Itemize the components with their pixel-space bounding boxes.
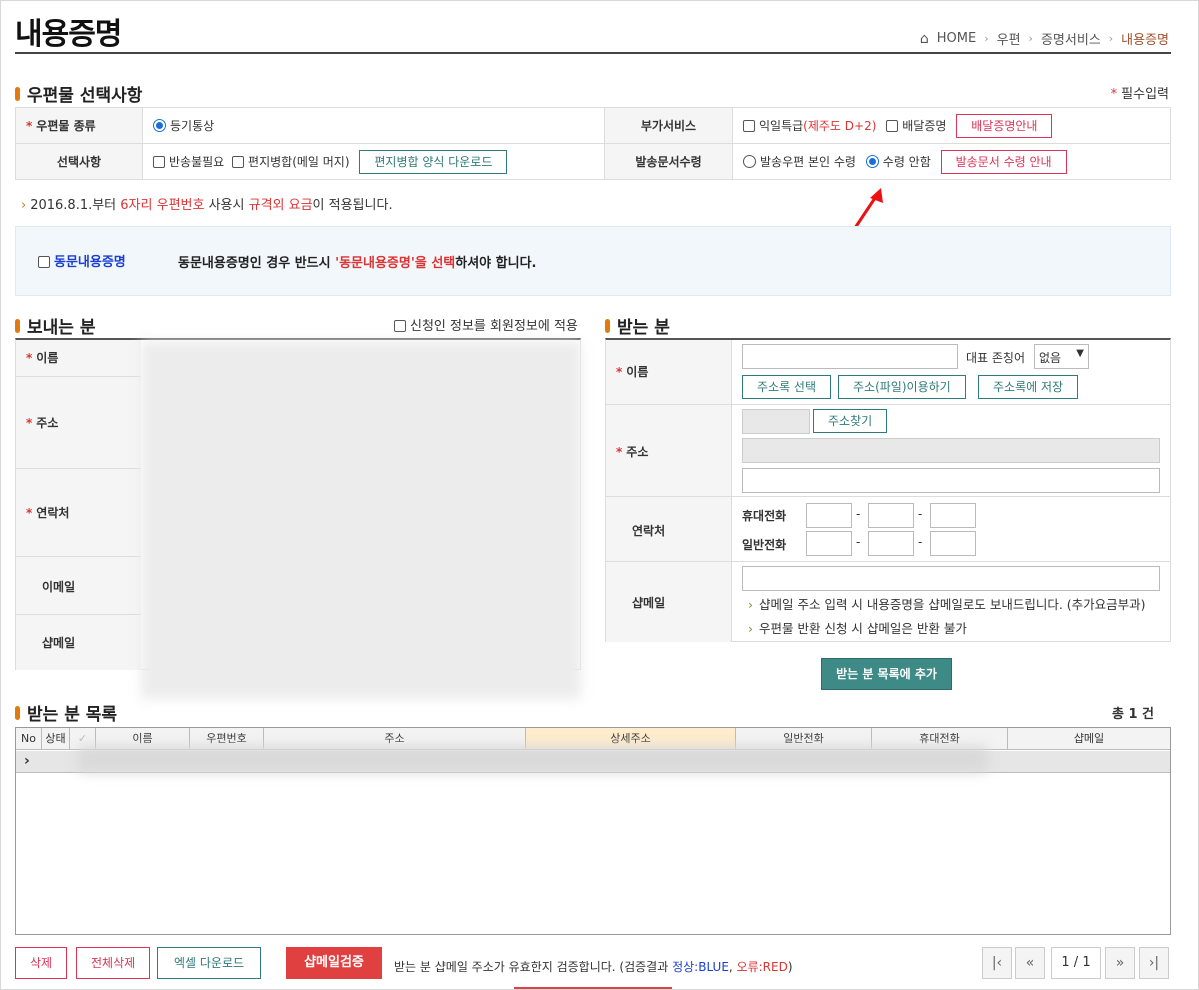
page-title: 내용증명 (15, 17, 122, 52)
rep-title-label: 대표 존칭어 (966, 351, 1026, 365)
col-status[interactable]: 상태 (42, 728, 70, 749)
breadcrumb-home[interactable]: HOME (937, 31, 976, 46)
breadcrumb-cert[interactable]: 증명서비스 (1041, 29, 1101, 48)
shopmail-verify-button[interactable]: 샵메일검증 (286, 947, 382, 979)
row-selector-icon: › (24, 753, 30, 769)
merge-download-button[interactable]: 편지병합 양식 다운로드 (359, 149, 508, 174)
title-divider (15, 52, 1171, 54)
mobile-input-3[interactable] (930, 503, 976, 528)
addr-file-button[interactable]: 주소(파일)이용하기 (838, 375, 966, 399)
required-note: * 필수입력 (1110, 87, 1169, 102)
letter-merge-checkbox[interactable]: 편지병합(메일 머지) (232, 155, 350, 169)
joint-cert-box: 동문내용증명 동문내용증명인 경우 반드시 '동문내용증명'을 선택하셔야 합니… (15, 226, 1171, 296)
receiver-shopmail-label: 샵메일 (632, 596, 666, 610)
sender-blurred-info (141, 341, 581, 699)
list-total: 총 1 건 (1111, 707, 1154, 722)
col-shopmail[interactable]: 샵메일 (1008, 728, 1170, 749)
addrbook-select-button[interactable]: 주소록 선택 (742, 375, 832, 399)
chevron-right-icon: › (1028, 32, 1033, 45)
address-input[interactable] (742, 438, 1160, 463)
joint-cert-checkbox[interactable]: 동문내용증명 (38, 251, 126, 270)
page-indicator: 1 / 1 (1051, 947, 1101, 979)
delete-button[interactable]: 삭제 (15, 947, 68, 979)
next-day-checkbox[interactable]: 익일특급(제주도 D+2) (743, 119, 876, 133)
rep-title-select[interactable]: 없음 ▼ (1034, 344, 1089, 369)
delete-all-button[interactable]: 전체삭제 (76, 947, 151, 979)
sender-shopmail-label: 샵메일 (42, 636, 76, 650)
home-icon[interactable]: ⌂ (920, 31, 929, 47)
receiver-list-grid: No 상태 ✓ 이름 우편번호 주소 상세주소 일반전화 휴대전화 샵메일 › (15, 727, 1171, 935)
phone-input-3[interactable] (930, 531, 976, 556)
extra-service-label: 부가서비스 (604, 107, 733, 144)
receiver-form: * 이름 대표 존칭어 없음 ▼ 주소록 선택 주소(파일)이용하기 주소록에 저장… (605, 338, 1171, 642)
phone-input-1[interactable] (806, 531, 852, 556)
delivery-proof-checkbox[interactable]: 배달증명 (886, 119, 946, 133)
delivery-proof-guide-button[interactable]: 배달증명안내 (956, 113, 1053, 138)
receive-guide-button[interactable]: 발송문서 수령 안내 (940, 149, 1067, 174)
shopmail-input[interactable] (742, 566, 1160, 591)
chevron-down-icon: ▼ (1076, 348, 1084, 359)
no-return-checkbox[interactable]: 반송불필요 (153, 155, 224, 169)
detail-address-input[interactable] (742, 468, 1160, 493)
bottom-accent-bar (514, 987, 672, 989)
save-addrbook-button[interactable]: 주소록에 저장 (978, 375, 1079, 399)
sender-contact-label: * 연락처 (26, 506, 70, 520)
excel-download-button[interactable]: 엑셀 다운로드 (157, 947, 262, 979)
sender-address-label: * 주소 (26, 416, 59, 430)
receive-self-radio[interactable]: 발송우편 본인 수령 (743, 154, 856, 169)
mobile-input-2[interactable] (868, 503, 914, 528)
zipcode-input[interactable] (742, 409, 810, 434)
breadcrumb-post[interactable]: 우편 (997, 29, 1021, 48)
options-table: * 우편물 종류 등기통상 부가서비스 익일특급(제주도 D+2) 배달증명 배달… (15, 107, 1171, 180)
receiver-name-label: * 이름 (616, 365, 649, 379)
add-receiver-button[interactable]: 받는 분 목록에 추가 (821, 658, 952, 690)
breadcrumb-current: 내용증명 (1121, 33, 1169, 48)
options-section-title: 우편물 선택사항 (15, 81, 142, 106)
receiver-section-title: 받는 분 (605, 313, 670, 338)
phone-input-2[interactable] (868, 531, 914, 556)
mobile-label: 휴대전화 (742, 509, 787, 523)
sender-name-label: * 이름 (26, 351, 59, 365)
sender-section-title: 보내는 분 (15, 313, 95, 338)
last-page-icon[interactable]: ›| (1139, 947, 1169, 979)
phone-label: 일반전화 (742, 538, 787, 552)
list-section-title: 받는 분 목록 (15, 700, 117, 725)
receiver-address-label: * 주소 (616, 445, 649, 459)
row-blurred-data (78, 746, 988, 772)
mail-type-radio[interactable]: 등기통상 (153, 119, 214, 133)
col-no[interactable]: No (16, 728, 42, 749)
shopmail-note-2: › 우편물 반환 신청 시 샵메일은 반환 불가 (748, 621, 967, 636)
shopmail-note-1: › 샵메일 주소 입력 시 내용증명을 샵메일로도 보내드립니다. (추가요금부과… (748, 597, 1146, 612)
zip-notice: › 2016.8.1.부터 6자리 우편번호 사용시 규격외 요금이 적용됩니다. (21, 198, 393, 213)
receive-none-radio[interactable]: 수령 안함 (865, 154, 931, 169)
mobile-input-1[interactable] (806, 503, 852, 528)
apply-member-checkbox[interactable]: 신청인 정보를 회원정보에 적용 (394, 315, 578, 334)
receiver-contact-label: 연락처 (632, 524, 666, 538)
joint-cert-message: 동문내용증명인 경우 반드시 '동문내용증명'을 선택하셔야 합니다. (178, 256, 537, 271)
chevron-right-icon: › (1108, 32, 1114, 45)
mail-type-label: * 우편물 종류 (15, 107, 143, 144)
receiver-name-input[interactable] (742, 344, 958, 369)
verify-message: 받는 분 샵메일 주소가 유효한지 검증합니다. (검증결과 정상:BLUE, … (394, 960, 793, 974)
prev-page-icon[interactable]: « (1015, 947, 1045, 979)
first-page-icon[interactable]: |‹ (982, 947, 1012, 979)
chevron-right-icon: › (984, 32, 989, 45)
next-page-icon[interactable]: » (1105, 947, 1135, 979)
breadcrumb: ⌂ HOME › 우편 › 증명서비스 › 내용증명 (920, 29, 1169, 49)
selection-label: 선택사항 (15, 143, 143, 180)
sender-email-label: 이메일 (42, 580, 76, 594)
doc-receive-label: 발송문서수령 (604, 143, 733, 180)
find-address-button[interactable]: 주소찾기 (813, 409, 888, 433)
